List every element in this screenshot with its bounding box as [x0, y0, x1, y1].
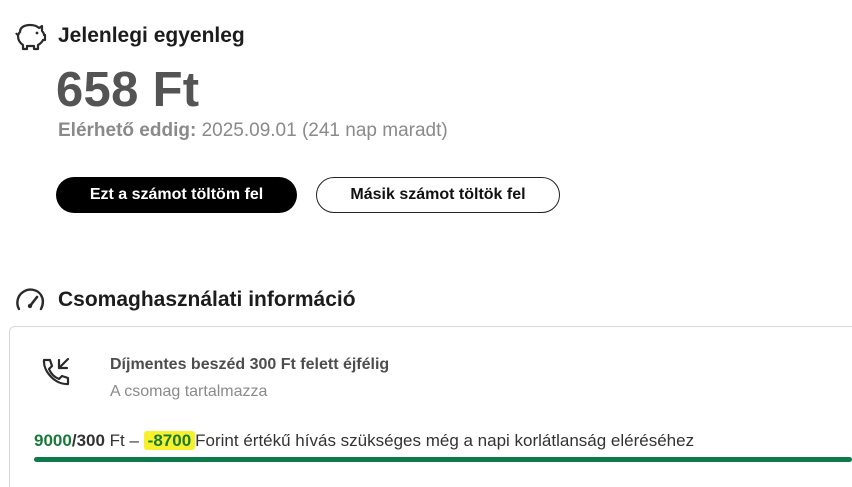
used-amount: 9000 [34, 431, 72, 450]
validity-label: Elérhető eddig: [58, 120, 197, 141]
topup-this-number-button[interactable]: Ezt a számot töltöm fel [56, 177, 297, 213]
package-name: Díjmentes beszéd 300 Ft felett éjfélig [110, 356, 390, 373]
usage-summary: 9000/300 Ft – -8700 Forint értékű hívás s… [34, 431, 694, 451]
usage-progress-fill [34, 457, 852, 462]
speedometer-icon [12, 282, 48, 318]
usage-header: Csomaghasználati információ [12, 282, 356, 318]
limit-amount: 300 [76, 431, 105, 450]
usage-unit: Ft – [104, 431, 144, 450]
balance-header: Jelenlegi egyenleg [12, 18, 245, 54]
remaining-text: Forint értékű hívás szükséges még a napi… [195, 431, 695, 450]
topup-other-number-button[interactable]: Másik számot töltök fel [316, 177, 560, 213]
usage-progress-bar [34, 457, 852, 462]
phone-call-icon [38, 354, 74, 390]
validity-value: 2025.09.01 (241 nap maradt) [201, 120, 448, 141]
usage-title: Csomaghasználati információ [58, 288, 356, 311]
piggy-bank-icon [12, 18, 48, 54]
package-subtitle: A csomag tartalmazza [110, 383, 268, 400]
package-card [9, 326, 852, 487]
page: Jelenlegi egyenleg 658 Ft Elérhető eddig… [0, 0, 852, 487]
remaining-amount: -8700 [143, 431, 196, 450]
balance-title: Jelenlegi egyenleg [58, 24, 245, 47]
validity-info: Elérhető eddig: 2025.09.01 (241 nap mara… [58, 120, 448, 142]
balance-amount: 658 Ft [56, 63, 200, 117]
